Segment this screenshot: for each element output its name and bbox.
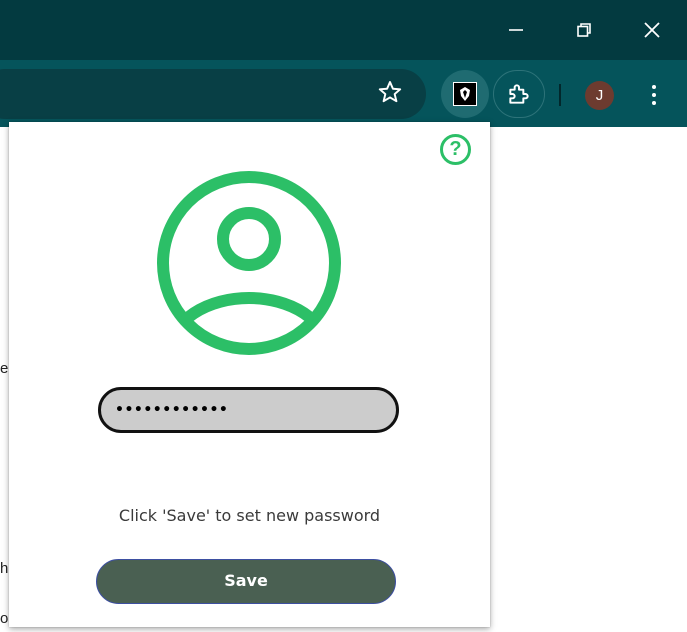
minimize-button[interactable] [482,0,550,60]
star-icon [378,81,402,103]
page-text-fragment: o [0,610,9,627]
password-extension-button[interactable] [441,70,489,118]
page-text-fragment: e [0,360,9,377]
instruction-text: Click 'Save' to set new password [118,506,381,525]
browser-menu-button[interactable] [640,80,668,110]
restore-icon [577,23,591,37]
profile-avatar-button[interactable]: J [585,81,614,110]
extension-logo-icon [453,82,477,106]
menu-dot [652,101,656,105]
password-input[interactable] [98,387,399,433]
user-circle-icon [157,171,341,355]
browser-titlebar [0,0,687,60]
extensions-button[interactable] [493,70,545,118]
toolbar-divider [559,84,561,106]
bookmark-button[interactable] [372,74,408,110]
puzzle-icon [509,84,529,104]
browser-toolbar: J [0,60,687,127]
address-bar[interactable] [0,69,426,119]
profile-initial: J [595,87,604,104]
close-window-button[interactable] [618,0,686,60]
help-icon[interactable]: ? [440,134,471,165]
page-text-fragment: h [0,560,9,577]
menu-dot [652,93,656,97]
close-icon [644,22,660,38]
extension-popup: ? Click 'Save' to set new password Save [9,122,490,627]
more-vertical-icon [652,85,656,89]
restore-button[interactable] [550,0,618,60]
minimize-icon [509,29,523,31]
save-button[interactable]: Save [96,559,396,604]
